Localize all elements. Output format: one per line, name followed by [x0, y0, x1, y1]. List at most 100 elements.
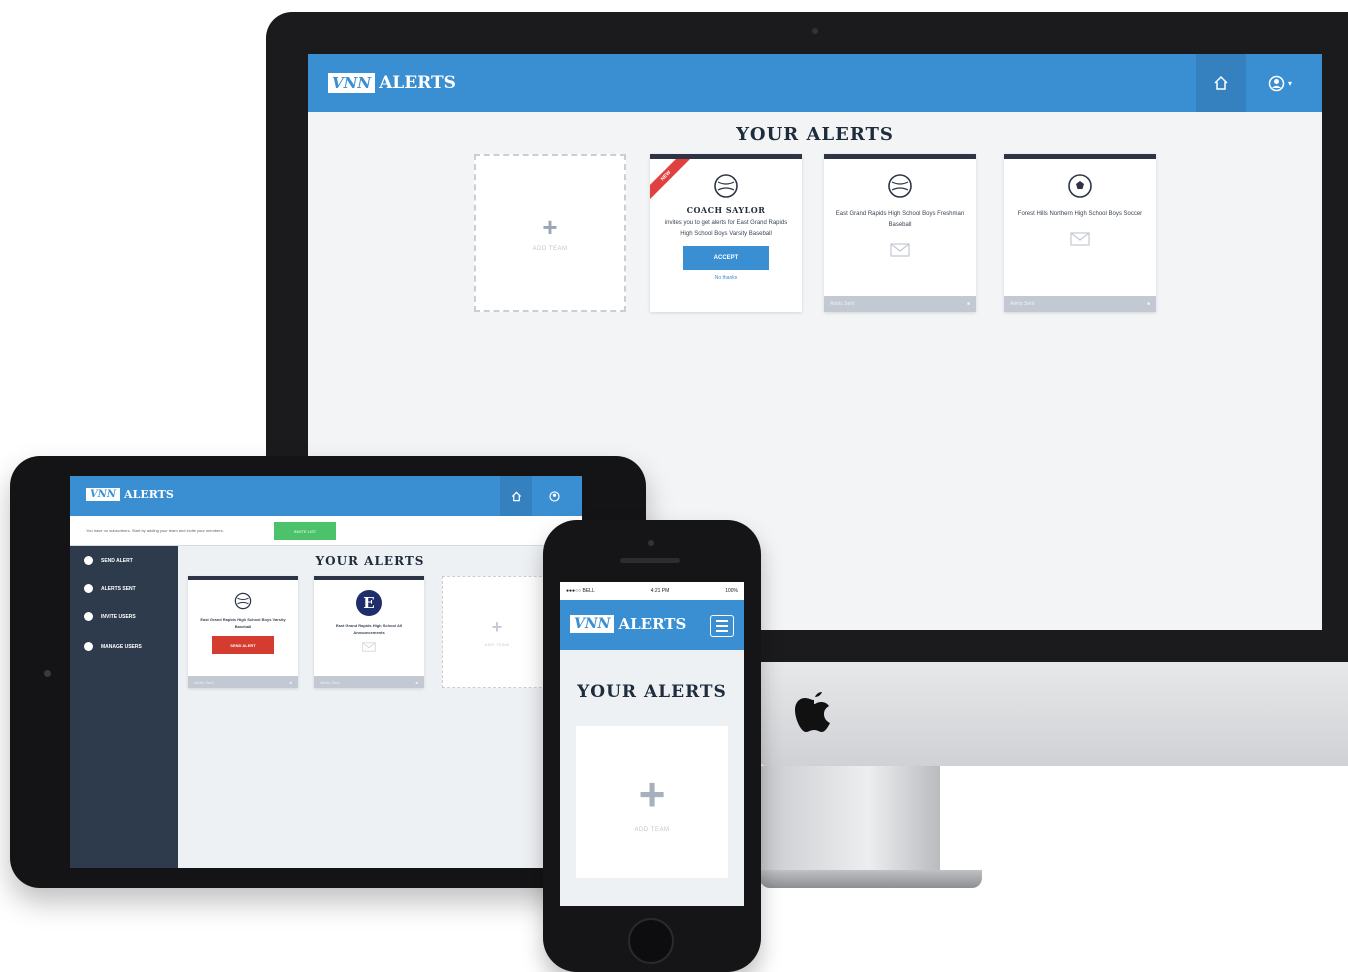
team-card[interactable]: East Grand Rapids High School Boys Fresh… — [824, 154, 976, 312]
account-menu-button[interactable]: ▾ — [1252, 54, 1308, 112]
phone-screen: ●●●○○ BELL 4:21 PM 100% VNN ALERTS YOUR … — [560, 582, 744, 906]
account-caret: ▾ — [1287, 78, 1292, 88]
team-card[interactable]: E East Grand Rapids High School All Anno… — [314, 576, 424, 688]
menu-line — [716, 625, 728, 627]
phone-top-bar: VNN ALERTS — [560, 600, 744, 650]
status-bar: ●●●○○ BELL 4:21 PM 100% — [560, 582, 744, 600]
imac-stand — [760, 766, 940, 884]
team-card[interactable]: Forest Hills Northern High School Boys S… — [1004, 154, 1156, 312]
add-team-card[interactable]: + ADD TEAM — [442, 576, 552, 688]
baseball-icon — [714, 174, 738, 198]
team-name: Forest Hills Northern High School Boys S… — [1017, 211, 1143, 217]
baseball-icon — [234, 592, 252, 610]
alerts-sent-label: Alerts Sent — [194, 679, 214, 685]
phone-home-button[interactable] — [628, 918, 674, 964]
invite-list-button[interactable]: INVITE LIST — [274, 522, 336, 540]
add-team-label: ADD TEAM — [634, 827, 670, 833]
add-team-card[interactable]: + ADD TEAM — [474, 154, 626, 312]
device-mockup-stage: VNN ALERTS ▾ YOUR ALERTS + ADD TEAM NEW … — [0, 0, 1348, 972]
card-footer[interactable]: Alerts Sent ■ — [188, 676, 298, 688]
baseball-icon — [888, 174, 912, 198]
sidebar-item-manage-users[interactable]: MANAGE USERS — [84, 642, 142, 651]
invitation-card: NEW COACH SAYLOR invites you to get aler… — [650, 154, 802, 312]
soccer-ball-icon — [1068, 174, 1092, 198]
accept-button[interactable]: ACCEPT — [683, 246, 769, 270]
alerts-sent-label: Alerts Sent — [320, 679, 340, 685]
tablet-screen: VNN ALERTS You have no subscribers. Star… — [70, 476, 582, 868]
home-button[interactable] — [1196, 54, 1246, 112]
sidebar-item-send-alert[interactable]: SEND ALERT — [84, 556, 133, 565]
logo-mark: VNN — [86, 488, 121, 501]
battery-label: 100% — [725, 588, 738, 594]
users-icon — [84, 642, 93, 651]
page-title: YOUR ALERTS — [577, 682, 727, 702]
page-title: YOUR ALERTS — [315, 554, 425, 568]
add-team-label: ADD TEAM — [484, 641, 510, 647]
card-footer[interactable]: Alerts Sent ■ — [314, 676, 424, 688]
imac-stand-foot — [760, 870, 982, 888]
phone-camera — [648, 540, 654, 546]
user-circle-icon — [548, 490, 560, 502]
send-alert-button[interactable]: SEND ALERT — [212, 636, 274, 654]
sidebar-item-alerts-sent[interactable]: ALERTS SENT — [84, 584, 136, 593]
team-card[interactable]: East Grand Rapids High School Boys Varsi… — [188, 576, 298, 688]
team-name: East Grand Rapids High School All Announ… — [335, 623, 403, 635]
tablet-sidebar: SEND ALERT ALERTS SENT INVITE USERS MANA… — [70, 546, 178, 868]
team-name: East Grand Rapids High School Boys Varsi… — [200, 617, 286, 629]
notice-bar: You have no subscribers. Start by adding… — [70, 516, 582, 546]
sidebar-item-invite-users[interactable]: INVITE USERS — [84, 612, 136, 621]
logo-text: ALERTS — [618, 615, 687, 633]
settings-icon[interactable]: ■ — [967, 301, 970, 307]
inviter-name: COACH SAYLOR — [686, 205, 766, 215]
card-footer[interactable]: Alerts Sent ■ — [1004, 296, 1156, 312]
apple-logo-icon — [795, 692, 830, 732]
sidebar-item-label: MANAGE USERS — [101, 643, 142, 650]
logo-text: ALERTS — [124, 488, 174, 501]
card-footer[interactable]: Alerts Sent ■ — [824, 296, 976, 312]
phone-speaker — [620, 558, 680, 563]
settings-icon[interactable]: ■ — [1147, 301, 1150, 307]
desktop-top-bar: VNN ALERTS ▾ — [308, 54, 1322, 112]
carrier-label: ●●●○○ BELL — [566, 588, 595, 594]
tablet-top-bar: VNN ALERTS — [70, 476, 582, 516]
page-title: YOUR ALERTS — [736, 124, 894, 145]
desktop-logo[interactable]: VNN ALERTS — [328, 73, 456, 93]
menu-line — [716, 630, 728, 632]
plus-icon: + — [542, 212, 558, 242]
team-name: East Grand Rapids High School Boys Fresh… — [835, 211, 965, 228]
tablet-logo[interactable]: VNN ALERTS — [86, 488, 174, 501]
settings-icon[interactable]: ■ — [416, 680, 418, 685]
ipad-camera — [44, 670, 51, 677]
history-icon — [84, 584, 93, 593]
new-badge: NEW — [650, 159, 691, 201]
logo-mark: VNN — [328, 73, 376, 93]
phone-logo[interactable]: VNN ALERTS — [570, 615, 686, 633]
add-team-label: ADD TEAM — [532, 246, 568, 252]
home-icon — [1214, 75, 1228, 90]
home-button[interactable] — [500, 476, 532, 516]
invitation-text: invites you to get alerts for East Grand… — [664, 220, 788, 237]
mail-icon[interactable] — [1070, 232, 1090, 246]
decline-link[interactable]: No thanks — [715, 275, 738, 281]
imac-camera — [812, 28, 818, 34]
send-icon — [84, 556, 93, 565]
sidebar-item-label: INVITE USERS — [101, 613, 136, 620]
alerts-sent-label: Alerts Sent — [1010, 301, 1035, 307]
account-menu-button[interactable] — [538, 476, 570, 516]
plus-icon: + — [638, 768, 666, 820]
sidebar-item-label: ALERTS SENT — [101, 585, 136, 592]
alerts-sent-label: Alerts Sent — [830, 301, 855, 307]
notice-text: You have no subscribers. Start by adding… — [86, 528, 224, 533]
time-label: 4:21 PM — [650, 588, 670, 594]
hamburger-menu-icon[interactable] — [710, 615, 734, 637]
mail-icon[interactable] — [362, 642, 376, 652]
logo-text: ALERTS — [379, 73, 456, 93]
menu-line — [716, 620, 728, 622]
user-circle-icon — [1268, 75, 1285, 91]
settings-icon[interactable]: ■ — [290, 680, 292, 685]
user-plus-icon — [84, 612, 93, 621]
sidebar-item-label: SEND ALERT — [101, 557, 133, 564]
mail-icon[interactable] — [890, 243, 910, 257]
logo-mark: VNN — [570, 615, 615, 633]
add-team-card[interactable]: + ADD TEAM — [576, 726, 728, 878]
